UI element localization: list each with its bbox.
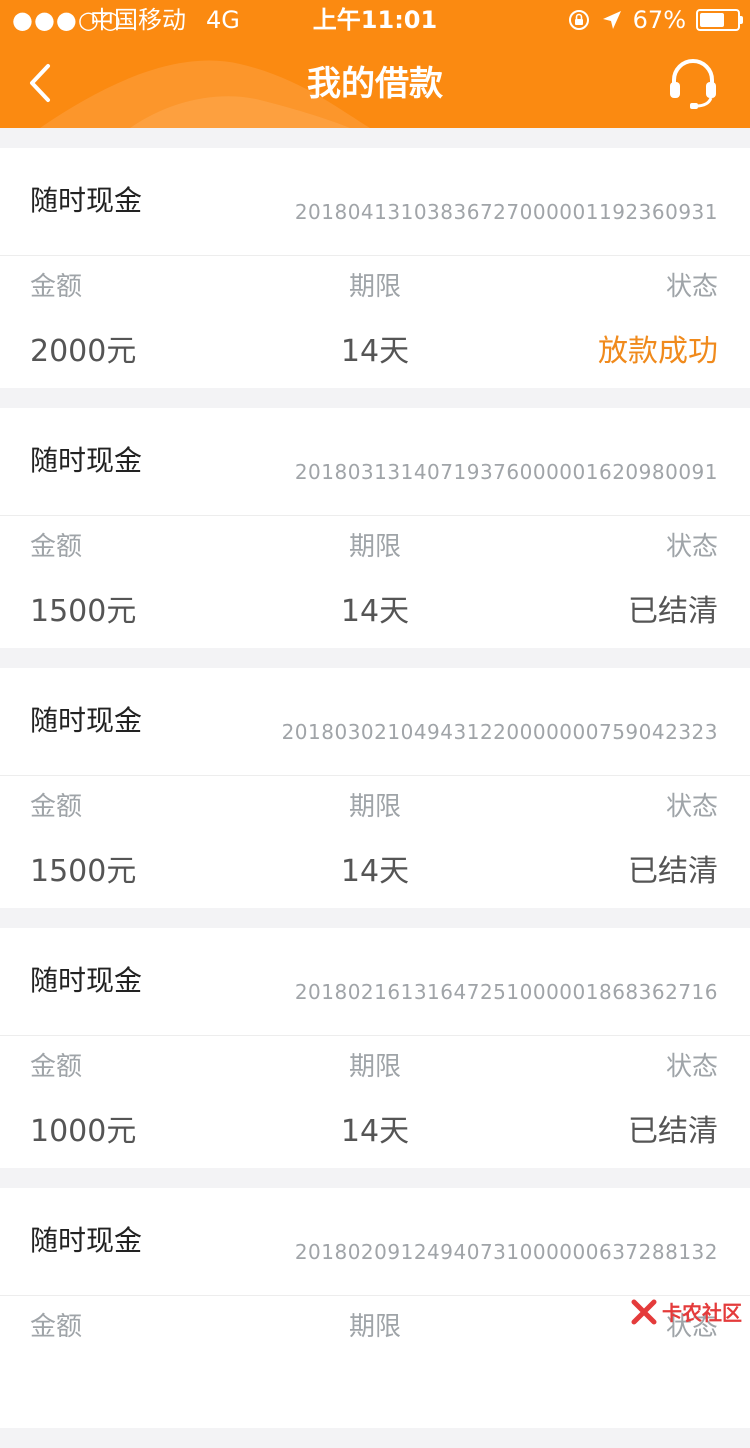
card-header: 随时现金 20180209124940731000000637288132: [0, 1188, 750, 1296]
term-label: 期限: [348, 272, 401, 302]
status-label: 状态: [665, 1052, 718, 1082]
rotation-lock-icon: [568, 10, 589, 30]
nav-bar: 我的借款: [0, 40, 750, 128]
battery-level: [700, 13, 724, 27]
watermark-logo-icon: [631, 1299, 657, 1324]
loan-status: 已结清: [628, 594, 718, 629]
loan-list: 随时现金 20180413103836727000001192360931 金额…: [0, 148, 750, 1448]
battery-percent: 67%: [632, 6, 686, 34]
battery-icon: [696, 9, 743, 31]
loan-status: 已结清: [628, 854, 718, 889]
term-label: 期限: [348, 532, 401, 562]
loan-card[interactable]: 随时现金 20180313140719376000001620980091 金额…: [0, 408, 750, 648]
order-number: 20180216131647251000001868362716: [294, 980, 718, 1004]
product-name: 随时现金: [30, 1224, 143, 1257]
page-title: 我的借款: [307, 64, 443, 104]
product-name: 随时现金: [30, 184, 143, 217]
loan-status: 已结清: [628, 1114, 718, 1149]
top-header: ●●●○○ 中国移动 4G 上午11:01 67% 我的借款: [0, 0, 750, 128]
order-number: 20180413103836727000001192360931: [294, 200, 718, 224]
term-label: 期限: [348, 792, 401, 822]
status-label: 状态: [665, 272, 718, 302]
card-header: 随时现金 20180413103836727000001192360931: [0, 148, 750, 256]
product-name: 随时现金: [30, 964, 143, 997]
status-bar-right: 67%: [567, 0, 743, 40]
product-name: 随时现金: [30, 704, 143, 737]
loan-card[interactable]: 随时现金 20180413103836727000001192360931 金额…: [0, 148, 750, 388]
product-name: 随时现金: [30, 444, 143, 477]
loan-card[interactable]: 随时现金 20180216131647251000001868362716 金额…: [0, 928, 750, 1168]
watermark: 卡农社区: [630, 1297, 742, 1326]
order-number: 201803021049431220000000759042323: [281, 720, 718, 744]
customer-service-button[interactable]: [664, 54, 722, 112]
card-header: 随时现金 20180216131647251000001868362716: [0, 928, 750, 1036]
location-arrow-icon: [602, 11, 621, 29]
term-label: 期限: [348, 1052, 401, 1082]
card-header: 随时现金 201803021049431220000000759042323: [0, 668, 750, 776]
loan-card[interactable]: 随时现金 201803021049431220000000759042323 金…: [0, 668, 750, 908]
status-label: 状态: [665, 532, 718, 562]
headset-icon: [670, 59, 716, 109]
card-header: 随时现金 20180313140719376000001620980091: [0, 408, 750, 516]
order-number: 20180209124940731000000637288132: [294, 1240, 718, 1264]
order-number: 20180313140719376000001620980091: [294, 460, 718, 484]
loan-status: 放款成功: [598, 334, 718, 369]
status-label: 状态: [665, 792, 718, 822]
status-bar: ●●●○○ 中国移动 4G 上午11:01 67%: [0, 0, 750, 40]
watermark-text: 卡农社区: [662, 1301, 742, 1325]
